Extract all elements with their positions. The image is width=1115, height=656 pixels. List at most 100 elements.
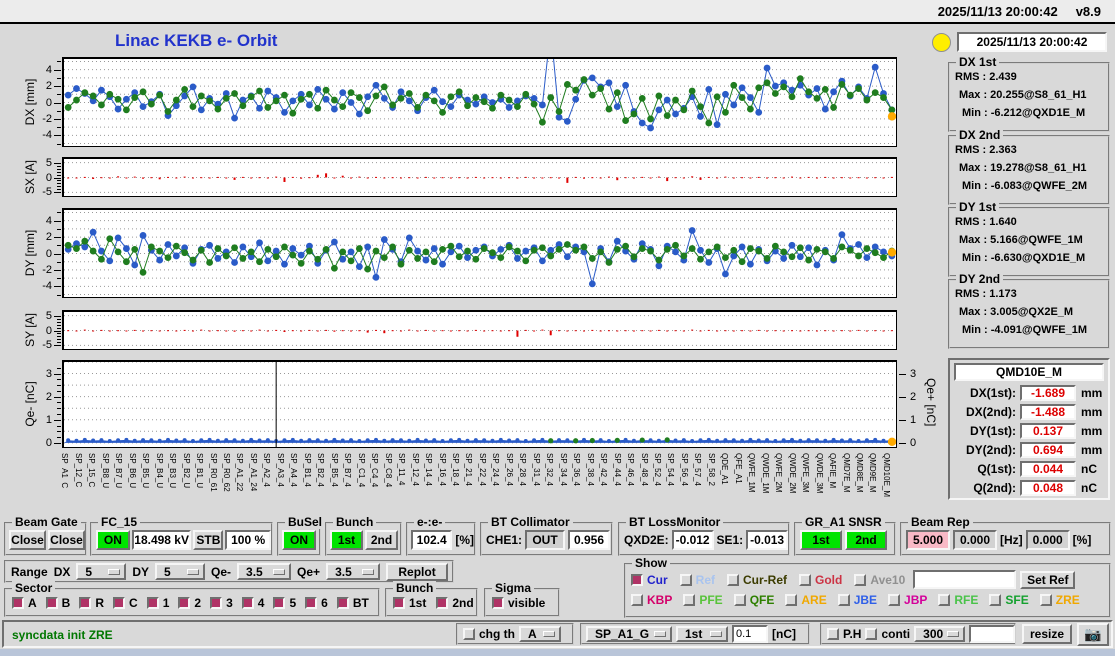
set-ref-button[interactable]: Set Ref — [1020, 570, 1076, 589]
show-jbe-checkbox[interactable] — [837, 594, 850, 606]
sector-5-checkbox[interactable] — [273, 597, 286, 609]
range-qep-dropdown[interactable]: 3.5 — [326, 563, 381, 580]
sigma-visible-checkbox[interactable] — [492, 597, 504, 609]
y-tick-label: 0 — [45, 324, 52, 337]
show-cur-checkbox[interactable] — [631, 573, 643, 586]
x-axis-label: SP_R0_62 — [222, 453, 232, 492]
gr-a1-2nd-button[interactable]: 2nd — [845, 530, 887, 550]
threshold-unit: [nC] — [772, 627, 796, 641]
range-dy-dropdown[interactable]: 5 — [155, 563, 206, 580]
sector-bt-checkbox[interactable] — [336, 597, 349, 609]
range-qem-dropdown[interactable]: 3.5 — [237, 563, 292, 580]
sx-chart: SX [A] 5 0 -5 — [0, 157, 960, 198]
chg-th-dropdown[interactable]: A — [519, 626, 561, 642]
points-dropdown[interactable]: 300 — [914, 626, 966, 642]
show-gold-checkbox[interactable] — [799, 573, 812, 586]
monitor-row-label: DY(2nd): — [966, 442, 1016, 457]
chg-th-checkbox[interactable] — [463, 628, 475, 640]
bunch-2nd-button[interactable]: 2nd — [365, 530, 398, 550]
show-jbp-checkbox[interactable] — [888, 594, 901, 606]
sector-4-checkbox[interactable] — [241, 597, 254, 609]
beam-rep-pct-value: 0.000 — [1025, 530, 1070, 550]
x-axis-label: QWFE_1M — [747, 453, 757, 493]
sector-3-checkbox[interactable] — [210, 597, 223, 609]
range-dy-label: DY — [132, 564, 150, 579]
show-ref-label: Ref — [695, 572, 716, 587]
sector-1-checkbox[interactable] — [146, 597, 159, 609]
x-axis-label: SP_28_4 — [518, 453, 528, 486]
bunch-2nd-label: 2nd — [452, 596, 474, 610]
axis-tick — [57, 245, 61, 247]
conti-checkbox[interactable] — [865, 628, 878, 640]
beam-gate-group: Beam Gate Close Close — [4, 515, 87, 556]
y-tick-label: 0 — [45, 247, 52, 260]
replot-button[interactable]: Replot — [386, 562, 449, 581]
sector-6-checkbox[interactable] — [305, 597, 318, 609]
show-kbp-checkbox[interactable] — [631, 594, 643, 606]
conti-label: conti — [881, 627, 911, 641]
titlebar-datetime: 2025/11/13 20:00:42 — [937, 3, 1058, 19]
ph-checkbox[interactable] — [827, 628, 839, 640]
ref-name-input[interactable] — [913, 570, 1017, 589]
x-axis-label: SP_B8_U — [100, 453, 110, 489]
qe-plus-axis-label: Qe+ [nC] — [924, 378, 938, 427]
selected-monitor-panel: QMD10E_M DX(1st): -1.689 mm DX(2nd): -1.488 m… — [948, 358, 1110, 500]
range-dx-dropdown[interactable]: 5 — [76, 563, 127, 580]
group-title: Show — [632, 556, 670, 570]
sector-a-checkbox[interactable] — [12, 597, 24, 609]
x-axis-label: SP_A2_4 — [262, 453, 272, 487]
axis-tick — [54, 269, 61, 271]
dy-plot — [62, 208, 897, 298]
sector-c-checkbox[interactable] — [113, 597, 126, 609]
resize-button[interactable]: resize — [1022, 624, 1072, 644]
axis-tick — [57, 212, 61, 214]
sector-bt-label: BT — [352, 596, 369, 610]
extra-input[interactable] — [969, 625, 1016, 643]
ee-ratio-unit: [%] — [455, 533, 474, 547]
axis-tick — [57, 183, 61, 185]
beam-gate-close-button-2[interactable]: Close — [48, 530, 85, 550]
fc15-on-button[interactable]: ON — [96, 530, 130, 550]
show-cur-ref-checkbox[interactable] — [727, 573, 740, 586]
camera-icon[interactable]: 📷 — [1077, 623, 1109, 646]
bunch-1st-checkbox[interactable] — [393, 597, 405, 609]
y-tick-label: -2 — [42, 112, 52, 125]
bunch-dropdown[interactable]: 1st — [676, 626, 728, 642]
axis-tick — [57, 425, 61, 427]
fc15-stb-button[interactable]: STB — [193, 530, 224, 550]
sector-b-checkbox[interactable] — [45, 597, 58, 609]
monitor-row-value: 0.694 — [1020, 441, 1076, 458]
threshold-input[interactable] — [732, 625, 768, 643]
group-title: FC_15 — [98, 515, 141, 529]
range-qem-label: Qe- — [211, 564, 232, 579]
sector-a-label: A — [28, 596, 37, 610]
sector-r-checkbox[interactable] — [79, 597, 92, 609]
show-qfe-checkbox[interactable] — [733, 594, 746, 606]
show-sfe-checkbox[interactable] — [989, 594, 1002, 606]
beam-gate-close-button-1[interactable]: Close — [9, 530, 46, 550]
x-axis-label: SP_22_4 — [477, 453, 487, 486]
bunch-1st-button[interactable]: 1st — [330, 530, 363, 550]
show-ave10-checkbox[interactable] — [854, 573, 867, 586]
show-pfe-checkbox[interactable] — [683, 594, 696, 606]
gr-a1-1st-button[interactable]: 1st — [800, 530, 842, 550]
sector-2-checkbox[interactable] — [178, 597, 191, 609]
y-tick-label: 4 — [45, 63, 52, 76]
busel-on-button[interactable]: ON — [282, 530, 316, 550]
show-zre-checkbox[interactable] — [1039, 594, 1052, 606]
show-ave10-label: Ave10 — [870, 572, 906, 587]
axis-tick — [899, 373, 906, 375]
group-title: e-:e- — [414, 515, 446, 529]
show-ref-checkbox[interactable] — [679, 573, 692, 586]
x-axis-label: SP_C8_4 — [383, 453, 393, 488]
y-tick-label-right: 0 — [910, 436, 917, 449]
bunch-2nd-checkbox[interactable] — [436, 597, 449, 609]
bt-lossmonitor-group: BT LossMonitor QXD2E: -0.012 SE1: -0.013 — [618, 515, 790, 556]
x-axis-label: SP_A4_4 — [289, 453, 299, 487]
show-are-checkbox[interactable] — [785, 594, 798, 606]
show-rfe-checkbox[interactable] — [938, 594, 951, 606]
monitor-row-unit: mm — [1081, 404, 1103, 419]
sp-dropdown[interactable]: SP_A1_G — [586, 626, 672, 642]
x-axis-label: SP_12_4 — [410, 453, 420, 486]
beam-rep-hz-unit: [Hz] — [1000, 533, 1023, 547]
